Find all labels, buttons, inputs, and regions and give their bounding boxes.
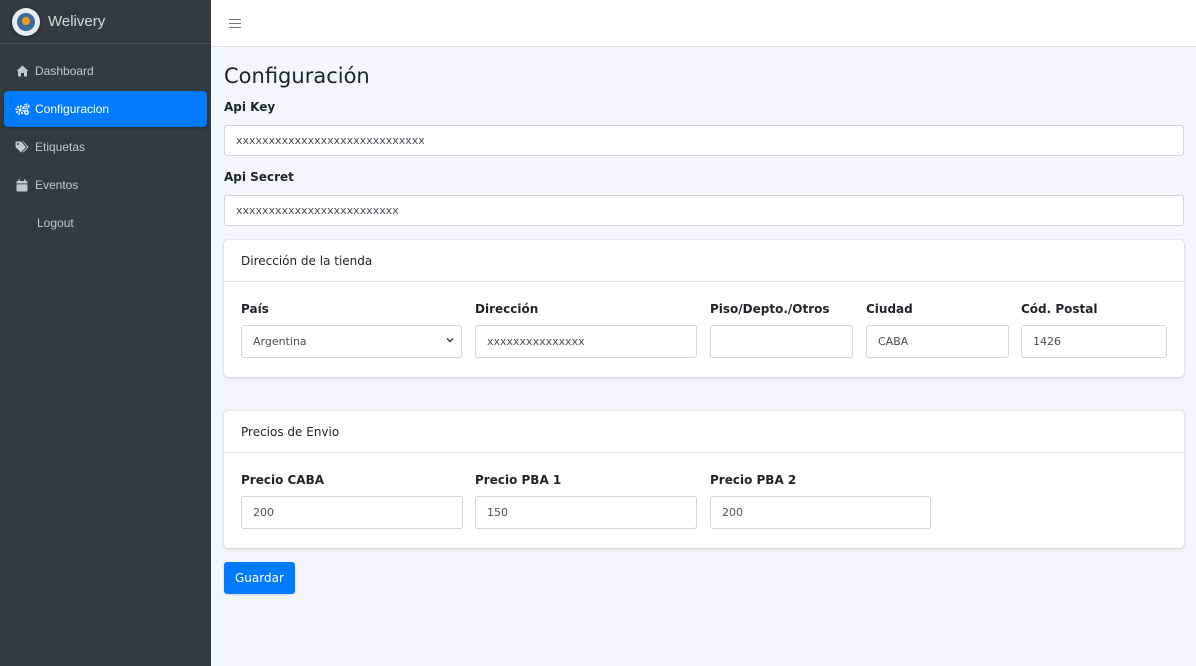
brand-logo-icon [12, 7, 40, 36]
postal-label: Cód. Postal [1021, 302, 1098, 316]
main-content: Configuración Api Key Api Secret Direcci… [224, 47, 1184, 594]
api-key-label: Api Key [224, 100, 276, 114]
ciudad-group: Ciudad [866, 302, 1009, 358]
direccion-label: Dirección [475, 302, 539, 316]
precio-pba1-label: Precio PBA 1 [475, 473, 562, 487]
precio-caba-label: Precio CABA [241, 473, 325, 487]
piso-label: Piso/Depto./Otros [710, 302, 830, 316]
api-secret-label: Api Secret [224, 170, 294, 184]
sidebar: Welivery Dashboard Configuracion Etiquet… [0, 0, 211, 666]
shipping-prices-card: Precios de Envio Precio CABA Precio PBA … [224, 411, 1184, 548]
precio-caba-group: Precio CABA [241, 473, 463, 529]
store-address-header: Dirección de la tienda [224, 240, 1184, 282]
precio-caba-input[interactable] [241, 496, 463, 529]
tags-icon [13, 141, 31, 153]
precio-pba1-group: Precio PBA 1 [475, 473, 697, 529]
sidebar-item-label: Dashboard [35, 64, 94, 78]
postal-group: Cód. Postal [1021, 302, 1167, 358]
top-navbar [211, 0, 1196, 47]
sidebar-nav: Dashboard Configuracion Etiquetas Evento… [0, 44, 211, 241]
sidebar-item-eventos[interactable]: Eventos [4, 167, 207, 203]
save-button[interactable]: Guardar [224, 562, 295, 594]
store-address-card: Dirección de la tienda País Argentina Di… [224, 240, 1184, 377]
home-icon [13, 65, 31, 77]
menu-toggle-icon[interactable] [229, 18, 241, 28]
shipping-prices-body: Precio CABA Precio PBA 1 Precio PBA 2 [224, 453, 1184, 529]
sidebar-item-dashboard[interactable]: Dashboard [4, 53, 207, 89]
sidebar-item-etiquetas[interactable]: Etiquetas [4, 129, 207, 165]
pais-label: País [241, 302, 269, 316]
brand-link[interactable]: Welivery [0, 0, 211, 44]
api-secret-input[interactable] [224, 195, 1184, 226]
cogs-icon [13, 103, 31, 115]
calendar-icon [13, 179, 31, 192]
precio-pba2-input[interactable] [710, 496, 931, 529]
direccion-input[interactable] [475, 325, 697, 358]
sidebar-item-label: Etiquetas [35, 140, 86, 154]
sidebar-item-label: Logout [37, 216, 74, 230]
api-key-input[interactable] [224, 125, 1184, 156]
direccion-group: Dirección [475, 302, 697, 358]
precio-pba2-group: Precio PBA 2 [710, 473, 931, 529]
piso-group: Piso/Depto./Otros [710, 302, 853, 358]
ciudad-input[interactable] [866, 325, 1009, 358]
pais-group: País Argentina [241, 302, 462, 358]
sidebar-item-label: Configuracion [35, 102, 110, 116]
precio-pba1-input[interactable] [475, 496, 697, 529]
brand-name: Welivery [48, 13, 106, 30]
ciudad-label: Ciudad [866, 302, 913, 316]
precio-pba2-label: Precio PBA 2 [710, 473, 797, 487]
store-address-body: País Argentina Dirección Piso/Depto./Otr… [224, 282, 1184, 358]
page-title: Configuración [224, 64, 370, 88]
pais-select[interactable]: Argentina [241, 325, 462, 358]
sidebar-item-logout[interactable]: Logout [4, 205, 207, 241]
sidebar-item-configuracion[interactable]: Configuracion [4, 91, 207, 127]
postal-input[interactable] [1021, 325, 1167, 358]
piso-input[interactable] [710, 325, 853, 358]
shipping-prices-header: Precios de Envio [224, 411, 1184, 453]
sidebar-item-label: Eventos [35, 178, 79, 192]
